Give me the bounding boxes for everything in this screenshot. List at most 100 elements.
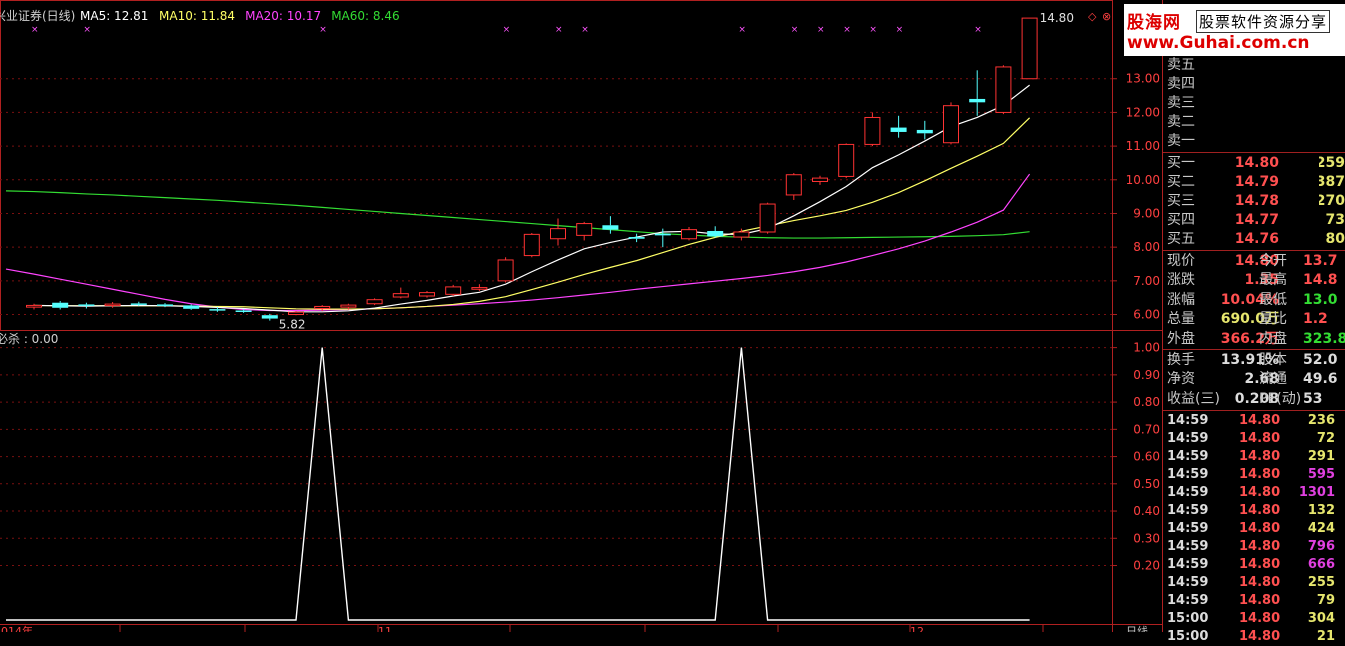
tick-row: 14:59 14.80 236: [1163, 412, 1345, 430]
buy-level-label: 买五: [1167, 231, 1195, 247]
candle-up: [733, 231, 750, 238]
indicator-title: 必杀 : 0.00: [0, 331, 58, 346]
logo-brand: 股海网: [1127, 13, 1181, 33]
price-axis-label: 12.00: [1126, 105, 1160, 119]
tick-time: 14:59: [1167, 593, 1209, 609]
tick-volume: 79: [1316, 593, 1335, 609]
quote-label: 今开: [1259, 253, 1287, 269]
indicator-axis-label: 0.50: [1133, 477, 1160, 491]
quote-label: 净资: [1167, 371, 1195, 388]
candle-up: [681, 229, 697, 240]
tick-time: 15:00: [1167, 611, 1209, 627]
buy-level-label: 买一: [1167, 155, 1195, 171]
tick-price: 14.80: [1239, 503, 1281, 519]
candle-down: [628, 237, 645, 239]
tick-price: 14.80: [1239, 593, 1281, 609]
quote-row: 涨幅 10.04% 最低 13.0: [1163, 291, 1345, 310]
tick-volume: 424: [1307, 521, 1335, 537]
tick-price: 14.80: [1239, 611, 1281, 627]
candle-up: [445, 286, 462, 295]
candle-down: [969, 98, 986, 103]
tick-volume: 1301: [1298, 485, 1335, 501]
quote-row: 收益(三) 0.208 PE(动) 53: [1163, 390, 1345, 409]
quote-label: 涨跌: [1167, 272, 1195, 289]
tick-price: 14.80: [1239, 431, 1281, 447]
tick-row: 14:59 14.80 796: [1163, 538, 1345, 556]
quote-value: 13.0: [1303, 291, 1338, 308]
time-label-month: 12: [910, 625, 924, 632]
sell-level-row: 卖三: [1163, 94, 1345, 113]
indicator-axis-label: 0.20: [1133, 559, 1160, 573]
candle-down: [707, 230, 724, 237]
cycle-label: 日线: [1126, 624, 1148, 632]
tick-price: 14.80: [1239, 557, 1281, 573]
candle-up: [314, 305, 331, 309]
indicator-axis-label: 0.30: [1133, 531, 1160, 545]
buy-level-volume: 387: [1319, 174, 1345, 190]
chart-menu-icon: ◇: [1088, 10, 1097, 23]
quote-label: 换手: [1167, 352, 1195, 368]
tick-row: 14:59 14.80 1301: [1163, 484, 1345, 502]
tick-price: 14.80: [1239, 467, 1281, 483]
candle-down: [52, 302, 69, 308]
tick-time: 14:59: [1167, 557, 1209, 573]
quote-label: 股本: [1259, 352, 1287, 368]
buy-level-row: 买五 14.76 80: [1163, 230, 1345, 249]
ma20-line-start: [5, 268, 35, 275]
tick-price: 14.80: [1239, 449, 1281, 465]
buy-level-volume: 270: [1319, 193, 1345, 209]
candle-down: [235, 310, 252, 312]
candle-down: [916, 129, 933, 134]
tick-time: 15:00: [1167, 629, 1209, 645]
quote-label: 外盘: [1167, 330, 1195, 347]
tick-price: 14.80: [1239, 539, 1281, 555]
tick-time: 14:59: [1167, 503, 1209, 519]
candle-up: [392, 293, 409, 298]
quote-row: 换手 13.91% 股本 52.0: [1163, 351, 1345, 370]
candle-up: [838, 143, 855, 177]
buy-level-volume: 3259: [1319, 155, 1345, 171]
ma-legend-2: MA20: 10.17: [245, 9, 321, 23]
candle-down: [261, 315, 278, 319]
tick-volume: 236: [1307, 413, 1335, 429]
candle-down: [130, 303, 147, 305]
candle-up: [497, 259, 514, 282]
price-panel-frame: [0, 0, 1113, 331]
buy-level-label: 买三: [1167, 193, 1195, 209]
price-axis-label: 13.00: [1126, 72, 1160, 86]
candle-down: [157, 304, 173, 306]
tick-volume: 132: [1307, 503, 1335, 519]
tick-row: 14:59 14.80 291: [1163, 448, 1345, 466]
buy-level-row: 买四 14.77 73: [1163, 211, 1345, 230]
candle-up: [104, 303, 121, 307]
buy-level-label: 买四: [1167, 212, 1195, 228]
candle-up: [288, 311, 304, 316]
quote-label: 收益(三): [1167, 390, 1220, 407]
tick-price: 14.80: [1239, 485, 1281, 501]
tick-row: 14:59 14.80 132: [1163, 502, 1345, 520]
tick-time: 14:59: [1167, 575, 1209, 591]
kline-chart[interactable]: 13.00 12.00 11.00 10.00 9.00 8.00 7.00 6.00 1.00…: [0, 0, 1163, 632]
time-label-month: 11: [378, 625, 392, 632]
indicator-axis-label: 0.40: [1133, 504, 1160, 518]
quote-row: 现价 14.80 今开 13.7: [1163, 252, 1345, 271]
order-book-divider: [1163, 152, 1345, 153]
quote-value: 53: [1303, 390, 1323, 407]
quote-divider-2: [1163, 349, 1345, 350]
quote-label: 流通: [1259, 371, 1287, 388]
candle-down: [890, 127, 907, 132]
candle-up: [1021, 17, 1038, 80]
quote-label: 量比: [1259, 311, 1287, 328]
quote-value: 13.7: [1303, 253, 1338, 269]
price-axis-label: 8.00: [1133, 240, 1160, 254]
ma60-line-start: [5, 190, 35, 193]
low-price-label: 5.82: [279, 318, 306, 332]
quote-label: 最低: [1259, 291, 1287, 308]
candle-up: [576, 223, 593, 236]
signal-mark: ×: [791, 25, 799, 35]
candle-up: [864, 116, 881, 145]
high-price-label: 14.80: [1040, 11, 1074, 25]
tick-volume: 666: [1307, 557, 1335, 573]
tick-row: 14:59 14.80 79: [1163, 592, 1345, 610]
candle-up: [471, 287, 488, 290]
